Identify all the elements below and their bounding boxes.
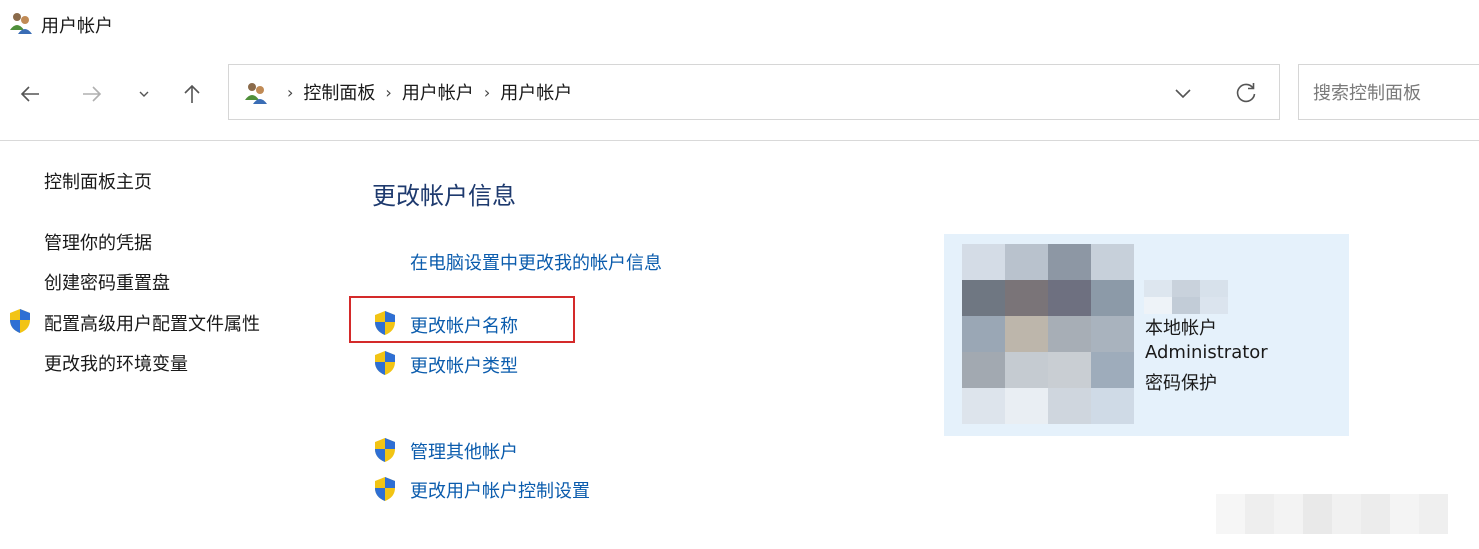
breadcrumb-separator: › — [483, 82, 491, 102]
back-button[interactable] — [16, 80, 44, 108]
link-change-uac-settings[interactable]: 更改用户帐户控制设置 — [410, 477, 590, 503]
refresh-button[interactable] — [1233, 80, 1259, 106]
link-change-account-type[interactable]: 更改帐户类型 — [410, 352, 518, 378]
watermark-obscured — [1216, 494, 1452, 534]
sidebar-item-manage-credentials[interactable]: 管理你的凭据 — [44, 229, 152, 255]
breadcrumb-user-accounts-current[interactable]: 用户帐户 — [500, 79, 572, 105]
breadcrumb-separator: › — [287, 82, 294, 102]
forward-button[interactable] — [78, 80, 106, 108]
account-role: Administrator — [1145, 342, 1268, 363]
breadcrumb: › 控制面板 › 用户帐户 › 用户帐户 — [277, 65, 572, 119]
chevron-down-icon — [137, 87, 151, 101]
breadcrumb-separator: › — [385, 82, 392, 102]
sidebar-item-advanced-profile-properties[interactable]: 配置高级用户配置文件属性 — [44, 310, 260, 336]
address-history-button[interactable] — [1171, 81, 1195, 105]
breadcrumb-user-accounts[interactable]: 用户帐户 — [402, 79, 474, 105]
uac-shield-icon — [373, 350, 397, 376]
uac-shield-icon — [373, 437, 397, 463]
sidebar-item-control-panel-home[interactable]: 控制面板主页 — [44, 168, 152, 194]
arrow-up-icon — [181, 83, 203, 105]
account-type: 本地帐户 — [1145, 318, 1217, 339]
account-card: 本地帐户 Administrator 密码保护 — [944, 234, 1349, 436]
user-accounts-icon — [8, 10, 34, 36]
link-change-account-name[interactable]: 更改帐户名称 — [410, 312, 518, 338]
refresh-icon — [1233, 83, 1259, 110]
title-bar: 用户帐户 — [0, 0, 1479, 48]
account-password-status: 密码保护 — [1145, 373, 1217, 394]
uac-shield-icon — [373, 310, 397, 336]
window-title: 用户帐户 — [41, 16, 113, 37]
arrow-left-icon — [19, 83, 41, 105]
search-input[interactable] — [1311, 79, 1479, 107]
up-button[interactable] — [178, 80, 206, 108]
breadcrumb-control-panel[interactable]: 控制面板 — [303, 79, 375, 105]
link-manage-other-accounts[interactable]: 管理其他帐户 — [410, 438, 518, 464]
chevron-down-icon — [1171, 89, 1195, 109]
recent-locations-button[interactable] — [130, 80, 158, 108]
account-name-obscured — [1144, 280, 1230, 314]
page-title: 更改帐户信息 — [372, 182, 516, 210]
sidebar-item-environment-variables[interactable]: 更改我的环境变量 — [44, 350, 188, 376]
user-accounts-icon — [243, 80, 269, 106]
uac-shield-icon — [373, 476, 397, 502]
uac-shield-icon — [8, 308, 32, 334]
search-box[interactable] — [1298, 64, 1479, 120]
arrow-right-icon — [81, 83, 103, 105]
avatar — [962, 244, 1134, 424]
link-change-account-in-pc-settings[interactable]: 在电脑设置中更改我的帐户信息 — [410, 249, 662, 275]
address-bar[interactable]: › 控制面板 › 用户帐户 › 用户帐户 — [228, 64, 1280, 120]
sidebar-item-create-reset-disk[interactable]: 创建密码重置盘 — [44, 269, 170, 295]
navigation-bar: › 控制面板 › 用户帐户 › 用户帐户 — [0, 48, 1479, 141]
